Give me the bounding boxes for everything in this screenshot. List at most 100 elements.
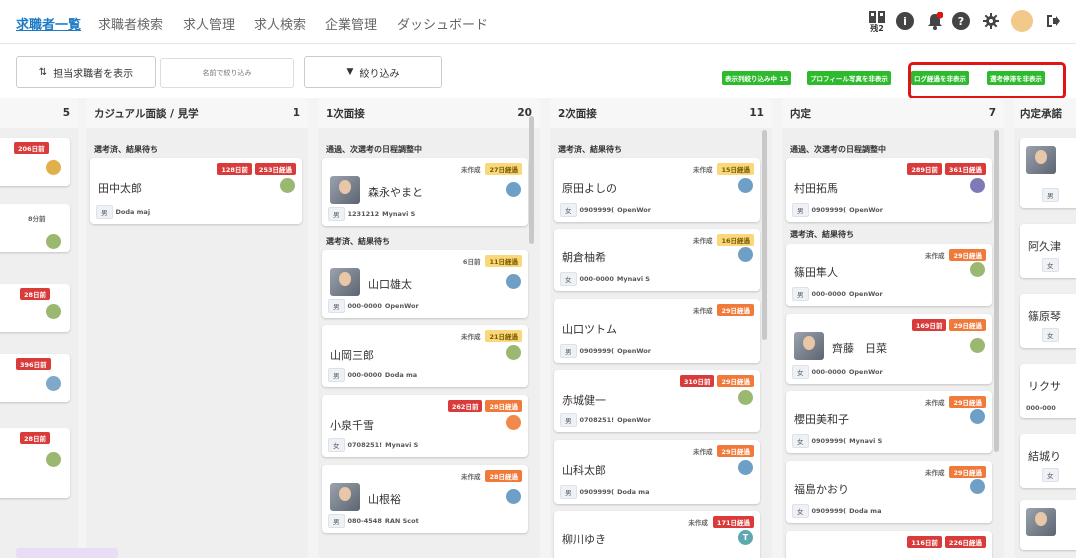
column-scrollbar[interactable] bbox=[762, 130, 767, 340]
gender-tag: 男 bbox=[792, 203, 809, 217]
column-filter-toggle[interactable]: 表示列絞り込み中 15 bbox=[722, 71, 792, 85]
log-badge: 未作成 bbox=[688, 519, 708, 527]
candidate-name: 山科太郎 bbox=[562, 464, 606, 477]
nav-job-search[interactable]: 求人検索 bbox=[254, 14, 306, 33]
status-group-label: 通過、次選考の日程調整中 bbox=[326, 145, 422, 154]
source-tag: OpenWor bbox=[617, 206, 651, 214]
logout-icon[interactable] bbox=[1044, 12, 1062, 30]
candidate-name: 原田よしの bbox=[562, 182, 617, 195]
column-scrollbar[interactable] bbox=[994, 130, 999, 452]
candidate-card[interactable]: 未作成 21日経過 山岡三郎 男 000-0000 Doda ma bbox=[322, 325, 528, 387]
show-assigned-label: 担当求職者を表示 bbox=[53, 68, 134, 80]
person-sort-icon: ⇅ bbox=[38, 66, 48, 78]
avatar bbox=[738, 247, 753, 262]
candidate-card[interactable]: 未作成 171日経過 柳川ゆき T bbox=[554, 511, 760, 558]
candidate-card[interactable]: リクサ 000-000 bbox=[1020, 364, 1076, 418]
candidate-name: 結城り bbox=[1028, 450, 1061, 463]
candidate-card[interactable]: 未作成 29日経過 櫻田美和子 女 0909999(Mynavi S bbox=[786, 391, 992, 453]
candidate-photo bbox=[794, 332, 824, 360]
log-badge: 28日前 bbox=[20, 288, 51, 300]
source-tag: OpenWor bbox=[617, 416, 651, 424]
candidate-card[interactable]: 未作成 29日経過 福島かおり 女 0909999(Doda ma bbox=[786, 461, 992, 523]
candidate-card[interactable]: 310日前 29日経過 赤城健一 男 0708251! OpenWor bbox=[554, 370, 760, 432]
candidate-card[interactable]: 6日前 11日経過 山口雄太 男 000-0000 OpenWor bbox=[322, 250, 528, 318]
candidate-card[interactable]: 未作成 29日経過 篠田隼人 男 000-0000 OpenWor bbox=[786, 244, 992, 306]
bottom-drawer-handle[interactable] bbox=[16, 548, 118, 558]
filter-button[interactable]: ▼ 絞り込み bbox=[304, 56, 442, 88]
candidate-card[interactable]: 篠原琴 女 bbox=[1020, 294, 1076, 348]
candidate-name: 山根裕 bbox=[368, 493, 401, 506]
candidate-card[interactable]: 未作成 29日経過 山科太郎 男 0909999(Doda ma bbox=[554, 440, 760, 504]
avatar bbox=[46, 304, 61, 319]
phone-tag: 000-0000 bbox=[811, 368, 846, 376]
candidate-name: リクサ bbox=[1028, 380, 1061, 393]
elapsed-badge: 29日経過 bbox=[717, 445, 754, 457]
column-offer-accepted: 内定承諾 男 阿久津 女 篠原琴 女 リクサ 000-000 結城り 女 bbox=[1014, 98, 1076, 558]
source-tag: Mynavi S bbox=[849, 437, 883, 445]
elapsed-badge: 29日経過 bbox=[949, 249, 986, 261]
photo-hide-toggle[interactable]: プロフィール写真を非表示 bbox=[807, 71, 891, 85]
candidate-photo bbox=[1026, 146, 1056, 174]
gear-icon[interactable] bbox=[982, 12, 1000, 30]
phone-tag: 0708251! bbox=[579, 416, 615, 424]
bell-icon[interactable] bbox=[926, 12, 944, 30]
user-avatar[interactable] bbox=[1011, 10, 1033, 32]
candidate-card[interactable]: 289日前 361日経過 村田拓馬 男 0909999(OpenWor bbox=[786, 158, 992, 222]
source-tag: Doda ma bbox=[849, 507, 882, 515]
candidate-card[interactable]: 169日前 29日経過 齊藤 日菜 女 000-0000 OpenWor bbox=[786, 314, 992, 384]
gender-tag: 男 bbox=[96, 205, 113, 219]
candidate-name: 森永やまと bbox=[368, 186, 423, 199]
gender-tag: 男 bbox=[560, 413, 577, 427]
candidate-card[interactable] bbox=[1020, 500, 1076, 550]
log-badge: 未作成 bbox=[924, 252, 945, 260]
column-count: 7 bbox=[988, 107, 996, 119]
elapsed-badge: 28日経過 bbox=[485, 470, 522, 482]
candidate-card[interactable]: 未作成 29日経過 山口ツトム 男 0909999(OpenWor bbox=[554, 299, 760, 363]
nav-dashboard[interactable]: ダッシュボード bbox=[397, 14, 488, 33]
help-icon[interactable]: ? bbox=[952, 12, 970, 30]
avatar bbox=[46, 160, 61, 175]
gender-tag: 男 bbox=[560, 485, 577, 499]
name-filter-input[interactable] bbox=[160, 58, 294, 88]
candidate-name: 篠田隼人 bbox=[794, 266, 838, 279]
nav-job-management[interactable]: 求人管理 bbox=[183, 14, 235, 33]
remaining-slots-icon[interactable]: 残2 bbox=[866, 9, 888, 35]
info-icon[interactable]: i bbox=[896, 12, 914, 30]
candidate-card[interactable]: 結城り 女 bbox=[1020, 434, 1076, 488]
candidate-card[interactable]: 396日前 bbox=[0, 354, 70, 402]
kanban-board: 5 206日前 8分前 28日前 396日前 28日前 カジュアル面談 / 見学… bbox=[0, 98, 1076, 558]
candidate-card[interactable]: 未作成 16日経過 朝倉柚希 女 000-0000 Mynavi S bbox=[554, 229, 760, 291]
log-badge: 未作成 bbox=[924, 399, 945, 407]
candidate-card[interactable]: 116日前 226日経過 bbox=[786, 531, 992, 558]
nav-job-seeker-list[interactable]: 求職者一覧 bbox=[16, 14, 81, 33]
candidate-card[interactable]: 未作成 15日経過 原田よしの 女 0909999(OpenWor bbox=[554, 158, 760, 222]
log-badge: 206日前 bbox=[14, 142, 49, 154]
phone-tag: 0708251! bbox=[347, 441, 383, 449]
column-scrollbar[interactable] bbox=[529, 116, 534, 244]
nav-job-seeker-search[interactable]: 求職者検索 bbox=[98, 14, 163, 33]
log-badge: 未作成 bbox=[692, 166, 713, 174]
candidate-card[interactable]: 未作成 28日経過 山根裕 男 080-4548 RAN Scot bbox=[322, 465, 528, 533]
candidate-card[interactable]: 128日前 253日経過 田中太郎 男 Doda maj bbox=[90, 158, 302, 224]
gender-tag: 男 bbox=[792, 287, 809, 301]
candidate-card[interactable]: 28日前 bbox=[0, 284, 70, 332]
show-assigned-button[interactable]: ⇅ 担当求職者を表示 bbox=[16, 56, 156, 88]
candidate-card[interactable]: 28日前 bbox=[0, 428, 70, 498]
nav-company-management[interactable]: 企業管理 bbox=[325, 14, 377, 33]
gender-tag: 男 bbox=[560, 344, 577, 358]
candidate-card[interactable]: 206日前 bbox=[0, 138, 70, 186]
column-count: 1 bbox=[292, 107, 300, 119]
avatar bbox=[46, 234, 61, 249]
candidate-card[interactable]: 8分前 bbox=[0, 204, 70, 252]
gender-tag: 女 bbox=[560, 203, 577, 217]
candidate-card[interactable]: 阿久津 女 bbox=[1020, 224, 1076, 278]
candidate-card[interactable]: 男 bbox=[1020, 138, 1076, 208]
gender-tag: 男 bbox=[1042, 188, 1059, 202]
avatar bbox=[46, 376, 61, 391]
candidate-card[interactable]: 未作成 27日経過 森永やまと 男 1231212 Mynavi S bbox=[322, 158, 528, 226]
candidate-card[interactable]: 262日前 28日経過 小泉千雪 女 0708251! Mynavi S bbox=[322, 395, 528, 457]
phone-tag: 080-4548 bbox=[347, 517, 382, 525]
source-tag: Doda maj bbox=[115, 208, 151, 216]
avatar bbox=[506, 274, 521, 289]
avatar bbox=[970, 262, 985, 277]
